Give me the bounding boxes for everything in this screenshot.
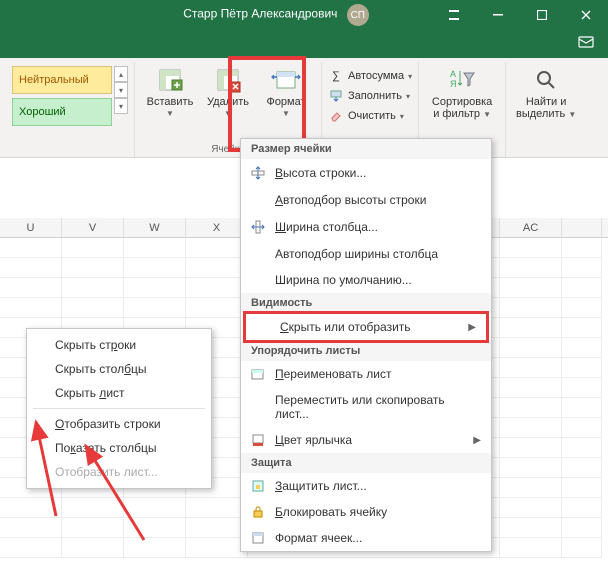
svg-text:Я: Я (450, 79, 457, 89)
menu-move-copy-sheet[interactable]: Переместить или скопировать лист... (241, 387, 491, 427)
style-good[interactable]: Хороший (12, 98, 112, 126)
format-dropdown-menu: Размер ячейки Высота строки... Автоподбо… (240, 138, 492, 552)
col-header[interactable] (562, 218, 602, 237)
format-cells-icon (249, 531, 267, 545)
col-header[interactable]: U (0, 218, 62, 237)
share-icon[interactable] (578, 34, 596, 55)
sort-filter-button[interactable]: АЯ Сортировка и фильтр ▼ (425, 62, 499, 120)
menu-default-width[interactable]: Ширина по умолчанию... (241, 267, 491, 293)
menu-section-organize: Упорядочить листы (241, 341, 491, 361)
menu-autofit-row-height[interactable]: Автоподбор высоты строки (241, 187, 491, 213)
delete-label: Удалить (207, 96, 249, 108)
menu-rename-sheet[interactable]: Переименовать лист (241, 361, 491, 387)
menu-lock-cell[interactable]: Блокировать ячейку (241, 499, 491, 525)
fill-button[interactable]: Заполнить ▾ (328, 86, 410, 106)
style-scroll-up[interactable]: ▴ (114, 66, 128, 82)
submenu-arrow-icon: ▶ (468, 322, 476, 333)
menu-hide-unhide[interactable]: Скрыть или отобразить ▶ (243, 311, 489, 343)
menu-section-visibility: Видимость (241, 293, 491, 313)
autosum-button[interactable]: ∑ Автосумма ▾ (328, 66, 412, 86)
style-gallery-expand[interactable]: ▾ (114, 98, 128, 114)
submenu-arrow-icon: ▶ (473, 435, 481, 446)
separator (33, 408, 205, 409)
menu-column-width[interactable]: Ширина столбца... (241, 213, 491, 241)
chevron-down-icon: ▼ (282, 109, 290, 118)
menu-label: Высота строки... (275, 166, 481, 180)
clear-button[interactable]: Очистить ▾ (328, 106, 404, 126)
maximize-button[interactable] (520, 0, 564, 30)
search-icon (530, 64, 562, 96)
annotation-arrow-1 (8, 420, 68, 525)
sigma-icon: ∑ (328, 70, 344, 82)
close-button[interactable] (564, 0, 608, 30)
eraser-icon (328, 110, 344, 122)
fill-down-icon (328, 90, 344, 102)
clear-label: Очистить (348, 110, 396, 122)
menu-section-size: Размер ячейки (241, 139, 491, 159)
rename-icon (249, 367, 267, 381)
insert-button[interactable]: Вставить ▼ (141, 62, 199, 118)
menu-tab-color[interactable]: Цвет ярлычка ▶ (241, 427, 491, 453)
window-controls (432, 0, 608, 30)
lock-icon (249, 505, 267, 519)
format-button[interactable]: Формат ▼ (257, 62, 315, 118)
format-label: Формат (266, 96, 305, 108)
menu-cell-format[interactable]: Формат ячеек... (241, 525, 491, 551)
delete-icon (212, 64, 244, 96)
find-select-button[interactable]: Найти и выделить ▼ (512, 62, 580, 120)
sort-label-2: и фильтр (433, 108, 480, 120)
menu-section-protect: Защита (241, 453, 491, 473)
shield-icon (249, 479, 267, 493)
col-header[interactable]: AC (500, 218, 562, 237)
tab-color-icon (249, 433, 267, 447)
submenu-hide-columns[interactable]: Скрыть столбцы (27, 357, 211, 381)
autosum-label: Автосумма (348, 70, 404, 82)
sort-filter-icon: АЯ (446, 64, 478, 96)
row-height-icon (249, 165, 267, 181)
find-label-2: выделить (516, 108, 565, 120)
col-header[interactable]: X (186, 218, 248, 237)
user-name: Старр Пётр Александрович (183, 7, 337, 21)
sort-label-1: Сортировка (432, 96, 492, 108)
style-scroll[interactable]: ▴ ▾ ▾ (114, 62, 128, 118)
delete-button[interactable]: Удалить ▼ (199, 62, 257, 118)
menu-protect-sheet[interactable]: Защитить лист... (241, 473, 491, 499)
format-icon (270, 64, 302, 96)
style-scroll-down[interactable]: ▾ (114, 82, 128, 98)
menu-autofit-column-width[interactable]: Автоподбор ширины столбца (241, 241, 491, 267)
style-neutral[interactable]: Нейтральный (12, 66, 112, 94)
app-user-title: Старр Пётр Александрович СП (0, 4, 432, 26)
ribbon-group-find: Найти и выделить ▼ (506, 62, 586, 157)
svg-text:А: А (450, 69, 456, 79)
minimize-button[interactable] (476, 0, 520, 30)
title-bar: Старр Пётр Александрович СП (0, 0, 608, 30)
chevron-down-icon: ▼ (224, 109, 232, 118)
ribbon-options-button[interactable] (432, 0, 476, 30)
tab-strip (0, 30, 608, 58)
insert-icon (154, 64, 186, 96)
ribbon-group-styles: Нейтральный Хороший ▴ ▾ ▾ (6, 62, 135, 157)
col-width-icon (249, 219, 267, 235)
submenu-hide-sheet[interactable]: Скрыть лист (27, 381, 211, 405)
annotation-arrow-2 (80, 444, 160, 549)
find-label-1: Найти и (526, 96, 567, 108)
user-avatar[interactable]: СП (347, 4, 369, 26)
col-header[interactable]: V (62, 218, 124, 237)
col-header[interactable]: W (124, 218, 186, 237)
menu-row-height[interactable]: Высота строки... (241, 159, 491, 187)
chevron-down-icon: ▼ (166, 109, 174, 118)
fill-label: Заполнить (348, 90, 402, 102)
submenu-hide-rows[interactable]: Скрыть строки (27, 333, 211, 357)
insert-label: Вставить (147, 96, 194, 108)
